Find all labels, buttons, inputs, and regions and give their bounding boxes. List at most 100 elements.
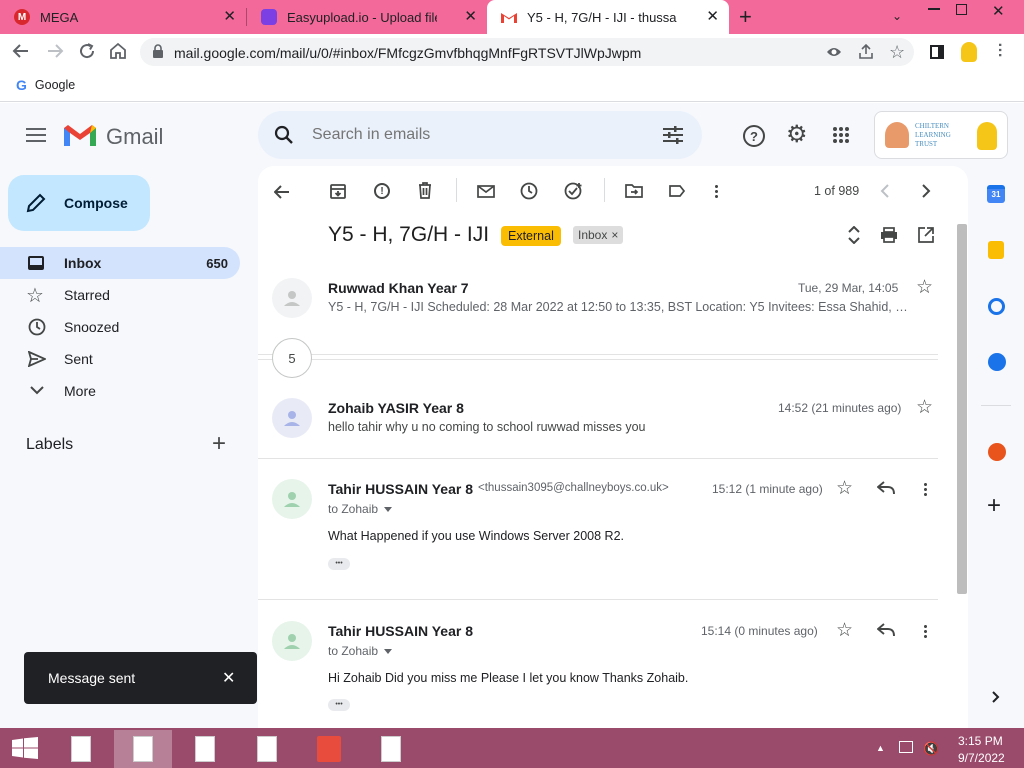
url-text: mail.google.com/mail/u/0/#inbox/FMfcgzGm… (174, 45, 642, 61)
gmail-logo-icon[interactable] (64, 124, 96, 148)
star-icon: ☆ (26, 285, 44, 307)
tab-gmail-active[interactable]: Y5 - H, 7G/H - IJI - thussain3095@ ✕ (487, 0, 729, 34)
support-help-icon[interactable]: ? (743, 125, 765, 147)
new-tab-icon[interactable]: + (739, 6, 752, 28)
collapsed-messages-bar[interactable] (258, 354, 938, 360)
search-icon[interactable] (274, 125, 294, 145)
taskbar-app-document-2[interactable] (114, 730, 172, 768)
close-tab-icon[interactable]: ✕ (706, 9, 719, 24)
forward-icon[interactable] (46, 42, 64, 60)
collapsed-count-badge[interactable]: 5 (272, 338, 312, 378)
taskbar-app-document-3[interactable] (176, 730, 234, 768)
star-message-icon[interactable]: ☆ (836, 477, 853, 500)
message-more-icon[interactable] (924, 624, 927, 638)
addon-icon[interactable] (988, 443, 1006, 461)
windows-start-icon[interactable] (12, 737, 38, 759)
restore-icon[interactable] (956, 4, 967, 15)
remove-label-icon[interactable]: × (611, 226, 618, 244)
more-actions-icon[interactable] (715, 184, 718, 198)
view-site-info-icon[interactable] (826, 44, 842, 60)
show-hidden-icons-chevron-icon[interactable]: ▲ (876, 743, 885, 753)
lock-icon[interactable] (152, 44, 164, 58)
nav-inbox[interactable]: Inbox 650 (0, 247, 240, 279)
taskbar-app-document-1[interactable] (52, 730, 110, 768)
calendar-icon[interactable]: 31 (987, 185, 1005, 203)
recipient-details-toggle[interactable]: to Zohaib (328, 644, 393, 658)
snooze-clock-icon[interactable] (520, 182, 538, 200)
inbox-label-chip[interactable]: Inbox × (573, 226, 624, 244)
taskbar-clock-time[interactable]: 3:15 PM (958, 734, 1003, 748)
close-tab-icon[interactable]: ✕ (464, 9, 477, 24)
report-spam-icon[interactable]: ! (374, 183, 390, 199)
network-icon[interactable] (899, 741, 913, 753)
older-chevron-right-icon[interactable] (921, 184, 931, 198)
back-to-inbox-icon[interactable] (274, 184, 290, 200)
reply-icon[interactable] (877, 481, 895, 495)
show-trimmed-content-button[interactable]: ••• (328, 699, 350, 711)
message-sender[interactable]: Zohaib YASIR Year 8 (328, 400, 464, 416)
thread-scrollbar[interactable] (957, 224, 967, 594)
settings-gear-icon[interactable]: ⚙ (786, 123, 808, 147)
message-sender[interactable]: Ruwwad Khan Year 7 (328, 280, 469, 296)
star-message-icon[interactable]: ☆ (836, 619, 853, 642)
contacts-icon[interactable] (988, 353, 1006, 371)
compose-button[interactable]: Compose (8, 175, 150, 231)
show-trimmed-content-button[interactable]: ••• (328, 558, 350, 570)
search-input[interactable] (312, 124, 642, 146)
taskbar-app-document-5[interactable] (362, 730, 420, 768)
share-icon[interactable] (858, 44, 874, 60)
close-tab-icon[interactable]: ✕ (223, 9, 236, 24)
star-message-icon[interactable]: ☆ (916, 396, 933, 419)
archive-icon[interactable] (330, 183, 346, 199)
show-side-panel-chevron-icon[interactable] (992, 691, 1000, 703)
main-menu-icon[interactable] (26, 127, 46, 143)
move-to-folder-icon[interactable] (625, 184, 643, 198)
recipient-text: to Zohaib (328, 502, 379, 516)
org-account-chip[interactable]: CHILTERN LEARNING TRUST (874, 111, 1008, 159)
newer-chevron-left-icon[interactable] (880, 184, 890, 198)
print-icon[interactable] (880, 227, 898, 243)
get-addons-plus-icon[interactable]: + (987, 494, 1001, 518)
message-sender[interactable]: Tahir HUSSAIN Year 8 (328, 623, 473, 639)
mark-unread-icon[interactable] (477, 185, 495, 198)
nav-snoozed[interactable]: Snoozed (0, 311, 240, 343)
home-icon[interactable] (108, 41, 128, 61)
tasks-icon[interactable] (988, 298, 1005, 315)
reload-icon[interactable] (78, 42, 96, 60)
toast-close-icon[interactable]: ✕ (222, 668, 235, 688)
bookmark-star-icon[interactable]: ☆ (889, 42, 905, 63)
tab-easyupload[interactable]: Easyupload.io - Upload files for f ✕ (247, 0, 487, 34)
window-close-icon[interactable]: ✕ (992, 2, 1005, 20)
taskbar-app-document-4[interactable] (238, 730, 296, 768)
minimize-icon[interactable] (928, 8, 940, 10)
message-more-icon[interactable] (924, 482, 927, 496)
label-tag-icon[interactable] (669, 185, 685, 197)
recipient-details-toggle[interactable]: to Zohaib (328, 502, 393, 516)
delete-trash-icon[interactable] (418, 182, 432, 199)
taskbar-app-security[interactable] (300, 730, 358, 768)
keep-icon[interactable] (988, 241, 1004, 259)
toast-text: Message sent (48, 670, 136, 686)
open-in-new-window-icon[interactable] (918, 227, 934, 243)
browser-menu-icon[interactable]: … (995, 42, 1012, 58)
tab-search-chevron-icon[interactable]: ⌄ (892, 9, 902, 23)
star-message-icon[interactable]: ☆ (916, 276, 933, 299)
nav-sent[interactable]: Sent (0, 343, 240, 375)
profile-avatar-minion-icon[interactable] (961, 42, 977, 62)
message-sender[interactable]: Tahir HUSSAIN Year 8 (328, 481, 473, 497)
add-to-tasks-icon[interactable] (564, 182, 584, 200)
tab-mega[interactable]: M MEGA ✕ (0, 0, 246, 34)
chevron-down-icon (30, 385, 44, 395)
nav-starred[interactable]: ☆ Starred (0, 279, 240, 311)
expand-all-icon[interactable] (848, 226, 860, 244)
google-apps-icon[interactable] (832, 126, 850, 144)
search-options-icon[interactable] (663, 126, 683, 144)
volume-muted-icon[interactable]: 🔇 (923, 741, 939, 757)
nav-more[interactable]: More (0, 375, 240, 407)
bookmark-google[interactable]: G Google (16, 77, 75, 93)
side-panel-icon[interactable] (930, 45, 944, 59)
create-label-plus-icon[interactable]: + (212, 432, 226, 456)
reply-icon[interactable] (877, 623, 895, 637)
taskbar-clock-date[interactable]: 9/7/2022 (958, 751, 1005, 765)
back-icon[interactable] (12, 42, 30, 60)
